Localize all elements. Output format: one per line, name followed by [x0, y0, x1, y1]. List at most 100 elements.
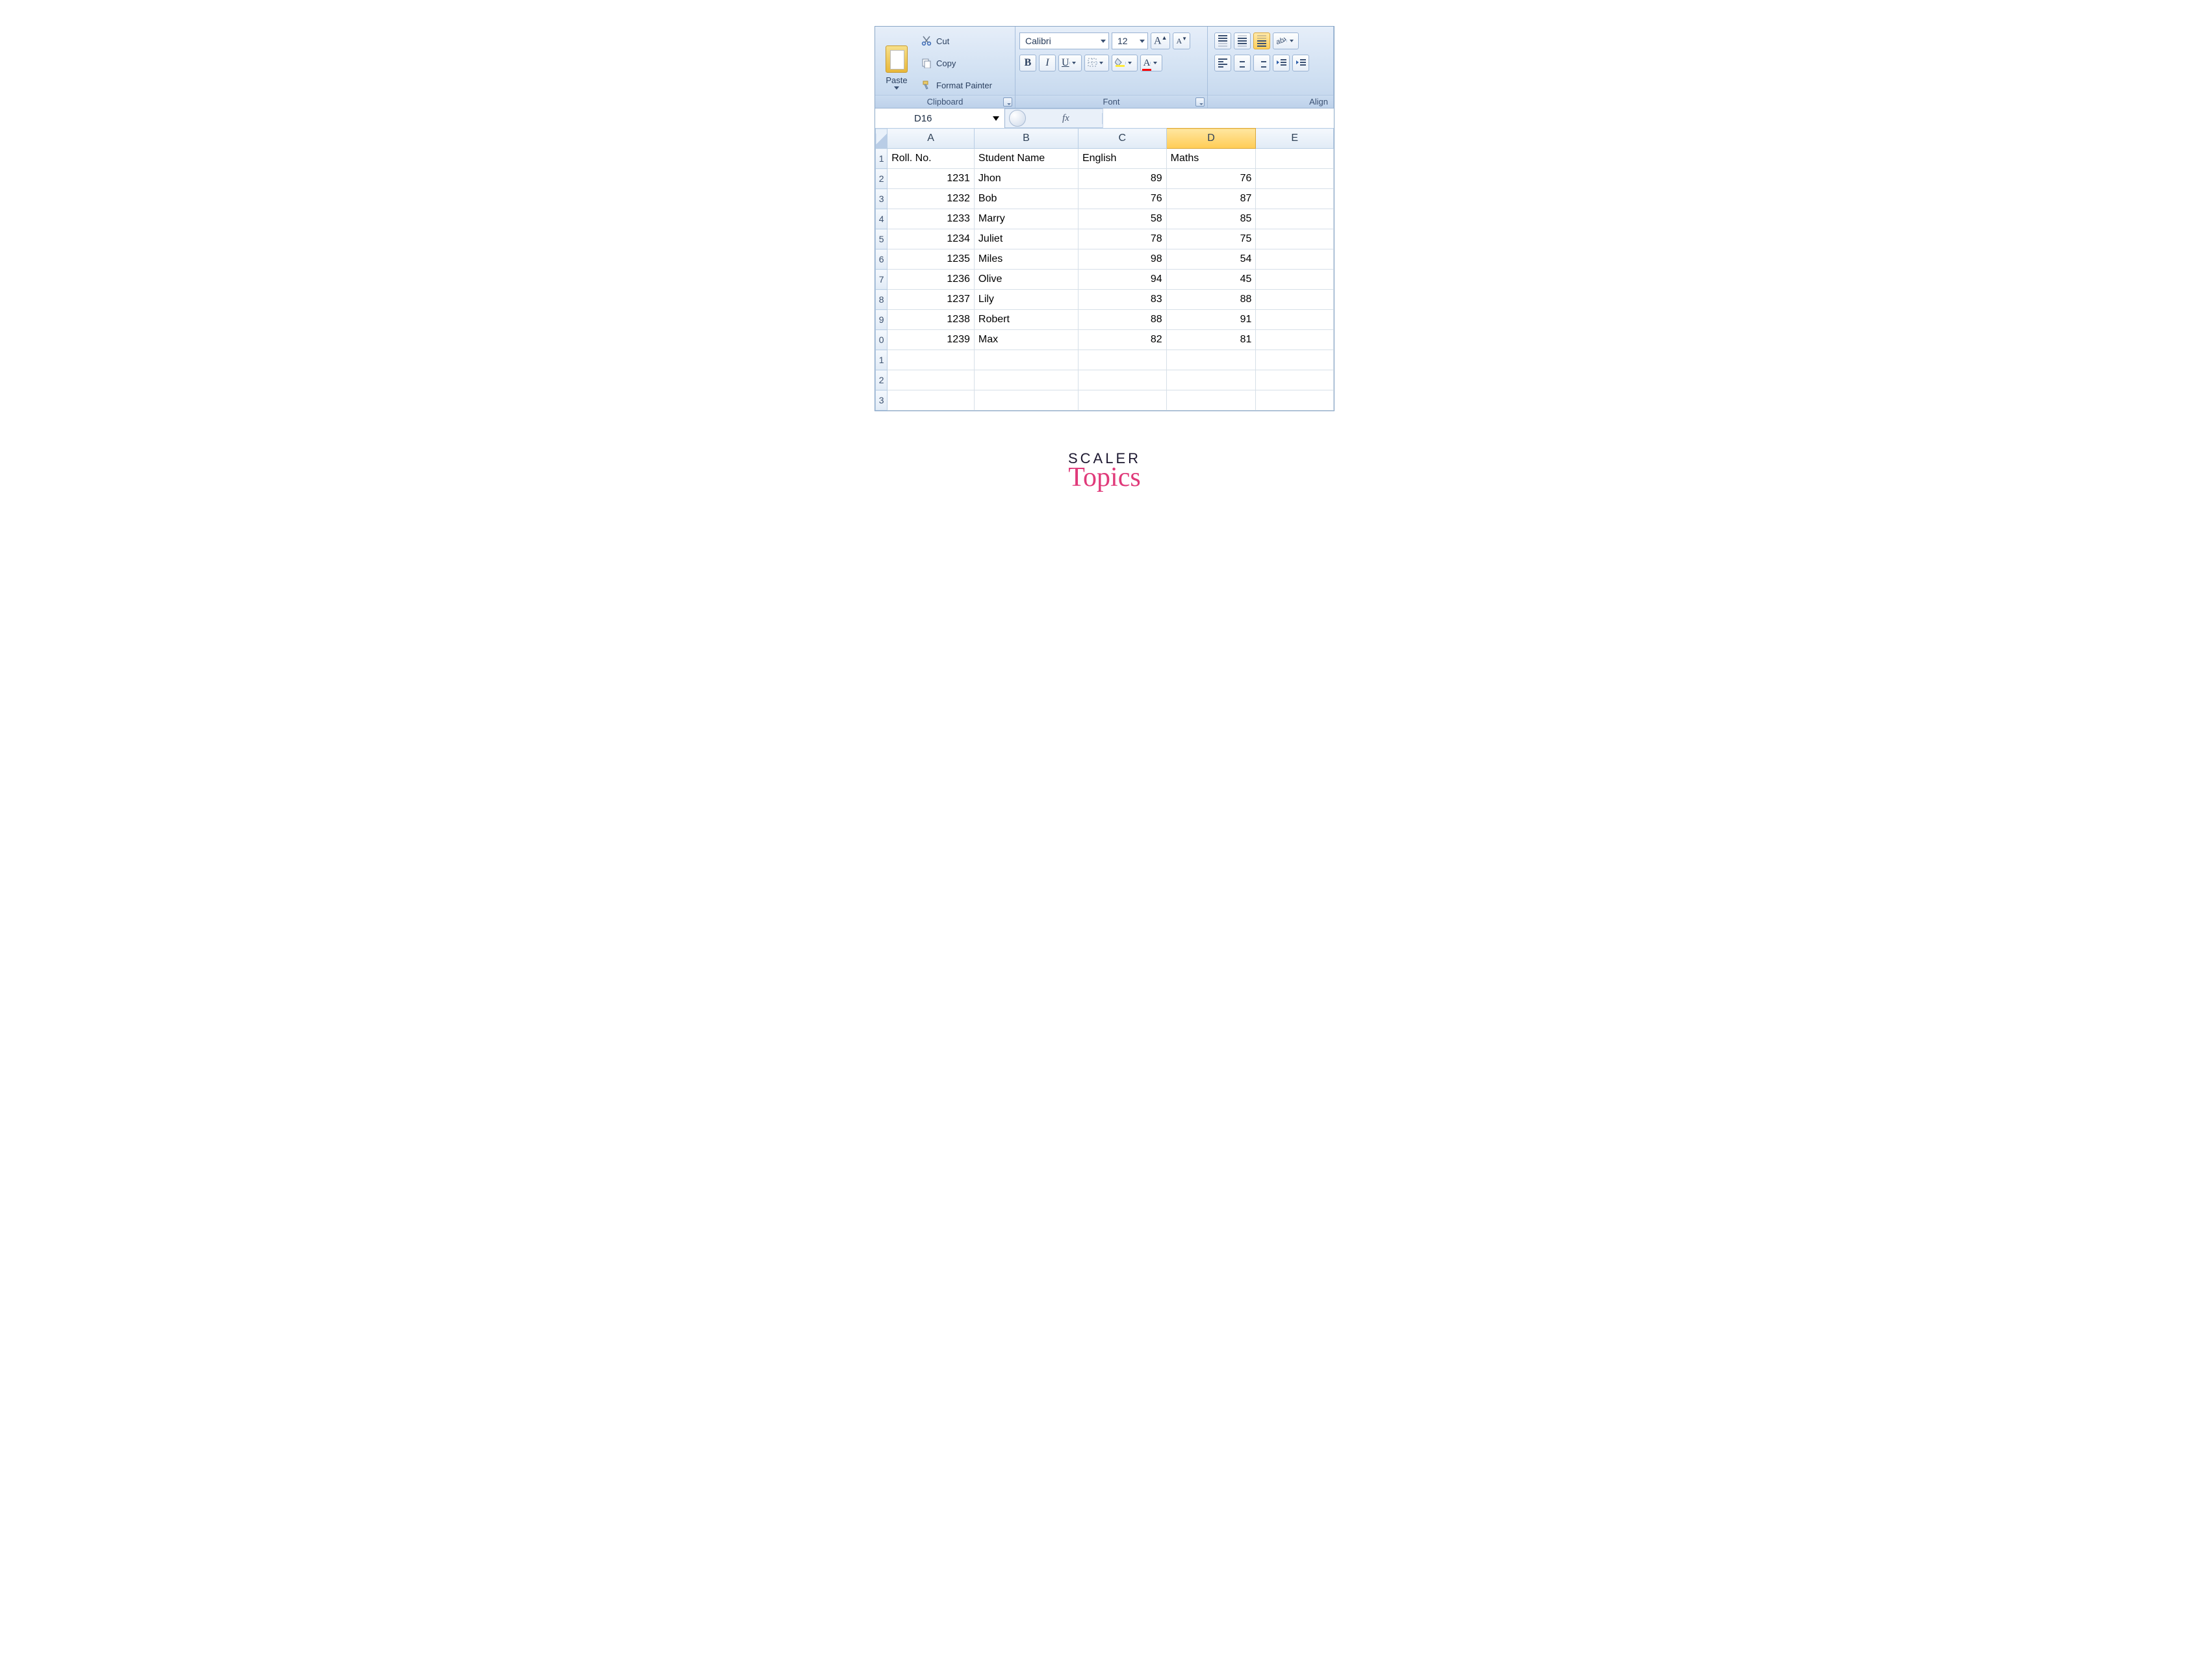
cell-A13[interactable] — [887, 390, 975, 411]
column-header-D[interactable]: D — [1166, 129, 1256, 149]
cell-D4[interactable]: 85 — [1166, 209, 1256, 229]
cell-D6[interactable]: 54 — [1166, 249, 1256, 270]
align-center-button[interactable] — [1234, 55, 1251, 71]
formula-input[interactable] — [1103, 108, 1334, 128]
row-header[interactable]: 3 — [876, 390, 887, 411]
row-header[interactable]: 1 — [876, 350, 887, 370]
cell-A4[interactable]: 1233 — [887, 209, 975, 229]
cell-B6[interactable]: Miles — [974, 249, 1078, 270]
cell-D5[interactable]: 75 — [1166, 229, 1256, 249]
cell-A12[interactable] — [887, 370, 975, 390]
cell-E7[interactable] — [1256, 270, 1334, 290]
cell-A1[interactable]: Roll. No. — [887, 149, 975, 169]
row-header[interactable]: 4 — [876, 209, 887, 229]
cell-A5[interactable]: 1234 — [887, 229, 975, 249]
cell-B11[interactable] — [974, 350, 1078, 370]
borders-button[interactable] — [1084, 55, 1109, 71]
cell-D8[interactable]: 88 — [1166, 290, 1256, 310]
cell-C12[interactable] — [1078, 370, 1166, 390]
cell-A10[interactable]: 1239 — [887, 330, 975, 350]
cell-A11[interactable] — [887, 350, 975, 370]
cell-B3[interactable]: Bob — [974, 189, 1078, 209]
cell-A2[interactable]: 1231 — [887, 169, 975, 189]
italic-button[interactable]: I — [1039, 55, 1056, 71]
row-header[interactable]: 1 — [876, 149, 887, 169]
row-header[interactable]: 3 — [876, 189, 887, 209]
cell-B1[interactable]: Student Name — [974, 149, 1078, 169]
column-header-B[interactable]: B — [974, 129, 1078, 149]
cell-B8[interactable]: Lily — [974, 290, 1078, 310]
increase-indent-button[interactable] — [1292, 55, 1309, 71]
row-header[interactable]: 8 — [876, 290, 887, 310]
column-header-E[interactable]: E — [1256, 129, 1334, 149]
underline-button[interactable]: U — [1058, 55, 1082, 71]
column-header-C[interactable]: C — [1078, 129, 1166, 149]
cell-B5[interactable]: Juliet — [974, 229, 1078, 249]
row-header[interactable]: 0 — [876, 330, 887, 350]
formula-knob[interactable] — [1009, 110, 1026, 127]
cell-E9[interactable] — [1256, 310, 1334, 330]
cell-C5[interactable]: 78 — [1078, 229, 1166, 249]
font-name-combo[interactable]: Calibri — [1019, 32, 1109, 49]
cell-E13[interactable] — [1256, 390, 1334, 411]
cell-E10[interactable] — [1256, 330, 1334, 350]
cell-E1[interactable] — [1256, 149, 1334, 169]
font-size-combo[interactable]: 12 — [1112, 32, 1148, 49]
cell-B13[interactable] — [974, 390, 1078, 411]
cell-B9[interactable]: Robert — [974, 310, 1078, 330]
chevron-down-icon[interactable] — [1069, 62, 1079, 64]
cell-A9[interactable]: 1238 — [887, 310, 975, 330]
cell-B10[interactable]: Max — [974, 330, 1078, 350]
cell-E2[interactable] — [1256, 169, 1334, 189]
format-painter-button[interactable]: Format Painter — [918, 76, 995, 94]
cut-button[interactable]: Cut — [918, 32, 995, 50]
row-header[interactable]: 6 — [876, 249, 887, 270]
align-middle-button[interactable] — [1234, 32, 1251, 49]
row-header[interactable]: 2 — [876, 169, 887, 189]
cell-E12[interactable] — [1256, 370, 1334, 390]
cell-A6[interactable]: 1235 — [887, 249, 975, 270]
cell-E8[interactable] — [1256, 290, 1334, 310]
cell-A7[interactable]: 1236 — [887, 270, 975, 290]
fx-icon[interactable]: fx — [1030, 113, 1103, 124]
cell-B2[interactable]: Jhon — [974, 169, 1078, 189]
cell-D11[interactable] — [1166, 350, 1256, 370]
cell-E3[interactable] — [1256, 189, 1334, 209]
decrease-indent-button[interactable] — [1273, 55, 1290, 71]
cell-D7[interactable]: 45 — [1166, 270, 1256, 290]
cell-C4[interactable]: 58 — [1078, 209, 1166, 229]
row-header[interactable]: 2 — [876, 370, 887, 390]
orientation-button[interactable]: ab — [1273, 32, 1299, 49]
cell-D12[interactable] — [1166, 370, 1256, 390]
cell-C7[interactable]: 94 — [1078, 270, 1166, 290]
cell-C11[interactable] — [1078, 350, 1166, 370]
align-top-button[interactable] — [1214, 32, 1231, 49]
select-all-corner[interactable] — [876, 129, 887, 149]
cell-C13[interactable] — [1078, 390, 1166, 411]
cell-B12[interactable] — [974, 370, 1078, 390]
cell-C10[interactable]: 82 — [1078, 330, 1166, 350]
bold-button[interactable]: B — [1019, 55, 1036, 71]
chevron-down-icon[interactable] — [1286, 40, 1296, 42]
cell-A8[interactable]: 1237 — [887, 290, 975, 310]
cell-D3[interactable]: 87 — [1166, 189, 1256, 209]
row-header[interactable]: 7 — [876, 270, 887, 290]
shrink-font-button[interactable]: A▼ — [1173, 32, 1190, 49]
cell-C2[interactable]: 89 — [1078, 169, 1166, 189]
cell-C9[interactable]: 88 — [1078, 310, 1166, 330]
row-header[interactable]: 5 — [876, 229, 887, 249]
paste-button[interactable]: Paste — [878, 29, 915, 92]
font-color-button[interactable]: A — [1140, 55, 1163, 71]
chevron-down-icon[interactable] — [1125, 62, 1134, 64]
cell-D1[interactable]: Maths — [1166, 149, 1256, 169]
cell-E5[interactable] — [1256, 229, 1334, 249]
cell-E6[interactable] — [1256, 249, 1334, 270]
name-box[interactable]: D16 — [875, 108, 1005, 128]
cell-C3[interactable]: 76 — [1078, 189, 1166, 209]
column-header-A[interactable]: A — [887, 129, 975, 149]
cell-D13[interactable] — [1166, 390, 1256, 411]
grow-font-button[interactable]: A▲ — [1151, 32, 1170, 49]
cell-D9[interactable]: 91 — [1166, 310, 1256, 330]
chevron-down-icon[interactable] — [1150, 62, 1159, 64]
cell-B4[interactable]: Marry — [974, 209, 1078, 229]
